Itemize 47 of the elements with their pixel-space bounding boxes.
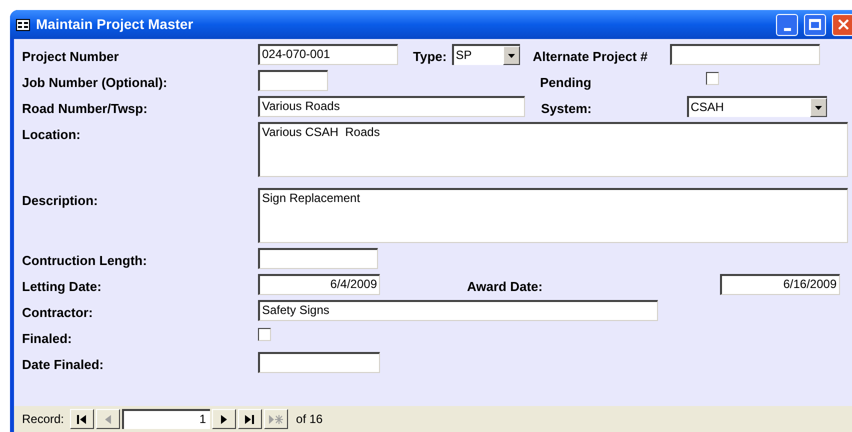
close-icon	[838, 19, 848, 30]
field-label: Road Number/Twsp:	[22, 100, 148, 118]
field-label: Project Number	[22, 48, 120, 66]
dropdown-field[interactable]: SP	[452, 44, 520, 65]
input-field[interactable]: Sign Replacement	[258, 188, 848, 243]
dropdown-field[interactable]: CSAH	[686, 96, 827, 117]
field-label: Date Finaled:	[22, 356, 105, 374]
input-field[interactable]	[258, 248, 378, 269]
input-field[interactable]: Safety Signs	[258, 300, 658, 321]
new-record-icon	[269, 414, 284, 424]
field-label: Pending	[540, 74, 592, 92]
input-field[interactable]: Various CSAH Roads	[258, 122, 848, 177]
field-label: Alternate Project #	[532, 48, 648, 66]
checkbox[interactable]	[706, 72, 720, 85]
first-record-icon	[77, 414, 88, 424]
field-label: Award Date:	[467, 278, 543, 296]
field-label: System:	[541, 100, 592, 118]
input-field[interactable]	[258, 70, 328, 91]
last-record-icon	[245, 414, 256, 424]
checkbox[interactable]	[258, 328, 271, 341]
field-label: Job Number (Optional):	[22, 74, 168, 92]
close-button[interactable]	[832, 14, 852, 36]
field-label: Finaled:	[22, 330, 73, 348]
record-nav-button[interactable]	[70, 409, 94, 429]
window-title: Maintain Project Master	[36, 15, 194, 34]
field-label: Type:	[413, 48, 447, 66]
field-label: Letting Date:	[22, 278, 102, 296]
previous-record-icon	[105, 414, 112, 424]
record-label: Record:	[22, 411, 64, 428]
input-field[interactable]	[258, 352, 380, 373]
minimize-button[interactable]	[776, 14, 798, 36]
record-nav-button[interactable]	[212, 409, 236, 429]
input-field[interactable]: 024-070-001	[258, 44, 398, 65]
input-field[interactable]	[670, 44, 820, 65]
field-label: Contractor:	[22, 304, 94, 322]
input-field[interactable]: Various Roads	[258, 96, 525, 117]
field-label: Description:	[22, 192, 99, 210]
input-field[interactable]: 6/4/2009	[258, 274, 380, 295]
form-icon	[16, 18, 30, 30]
field-label: Location:	[22, 126, 82, 144]
input-field[interactable]: 6/16/2009	[720, 274, 840, 295]
maximize-button[interactable]	[804, 14, 826, 36]
field-label: Contruction Length:	[22, 252, 148, 270]
record-nav-button[interactable]	[238, 409, 262, 429]
next-record-icon	[221, 414, 228, 424]
record-count: of 16	[296, 411, 323, 428]
record-number-field[interactable]: 1	[122, 409, 210, 429]
